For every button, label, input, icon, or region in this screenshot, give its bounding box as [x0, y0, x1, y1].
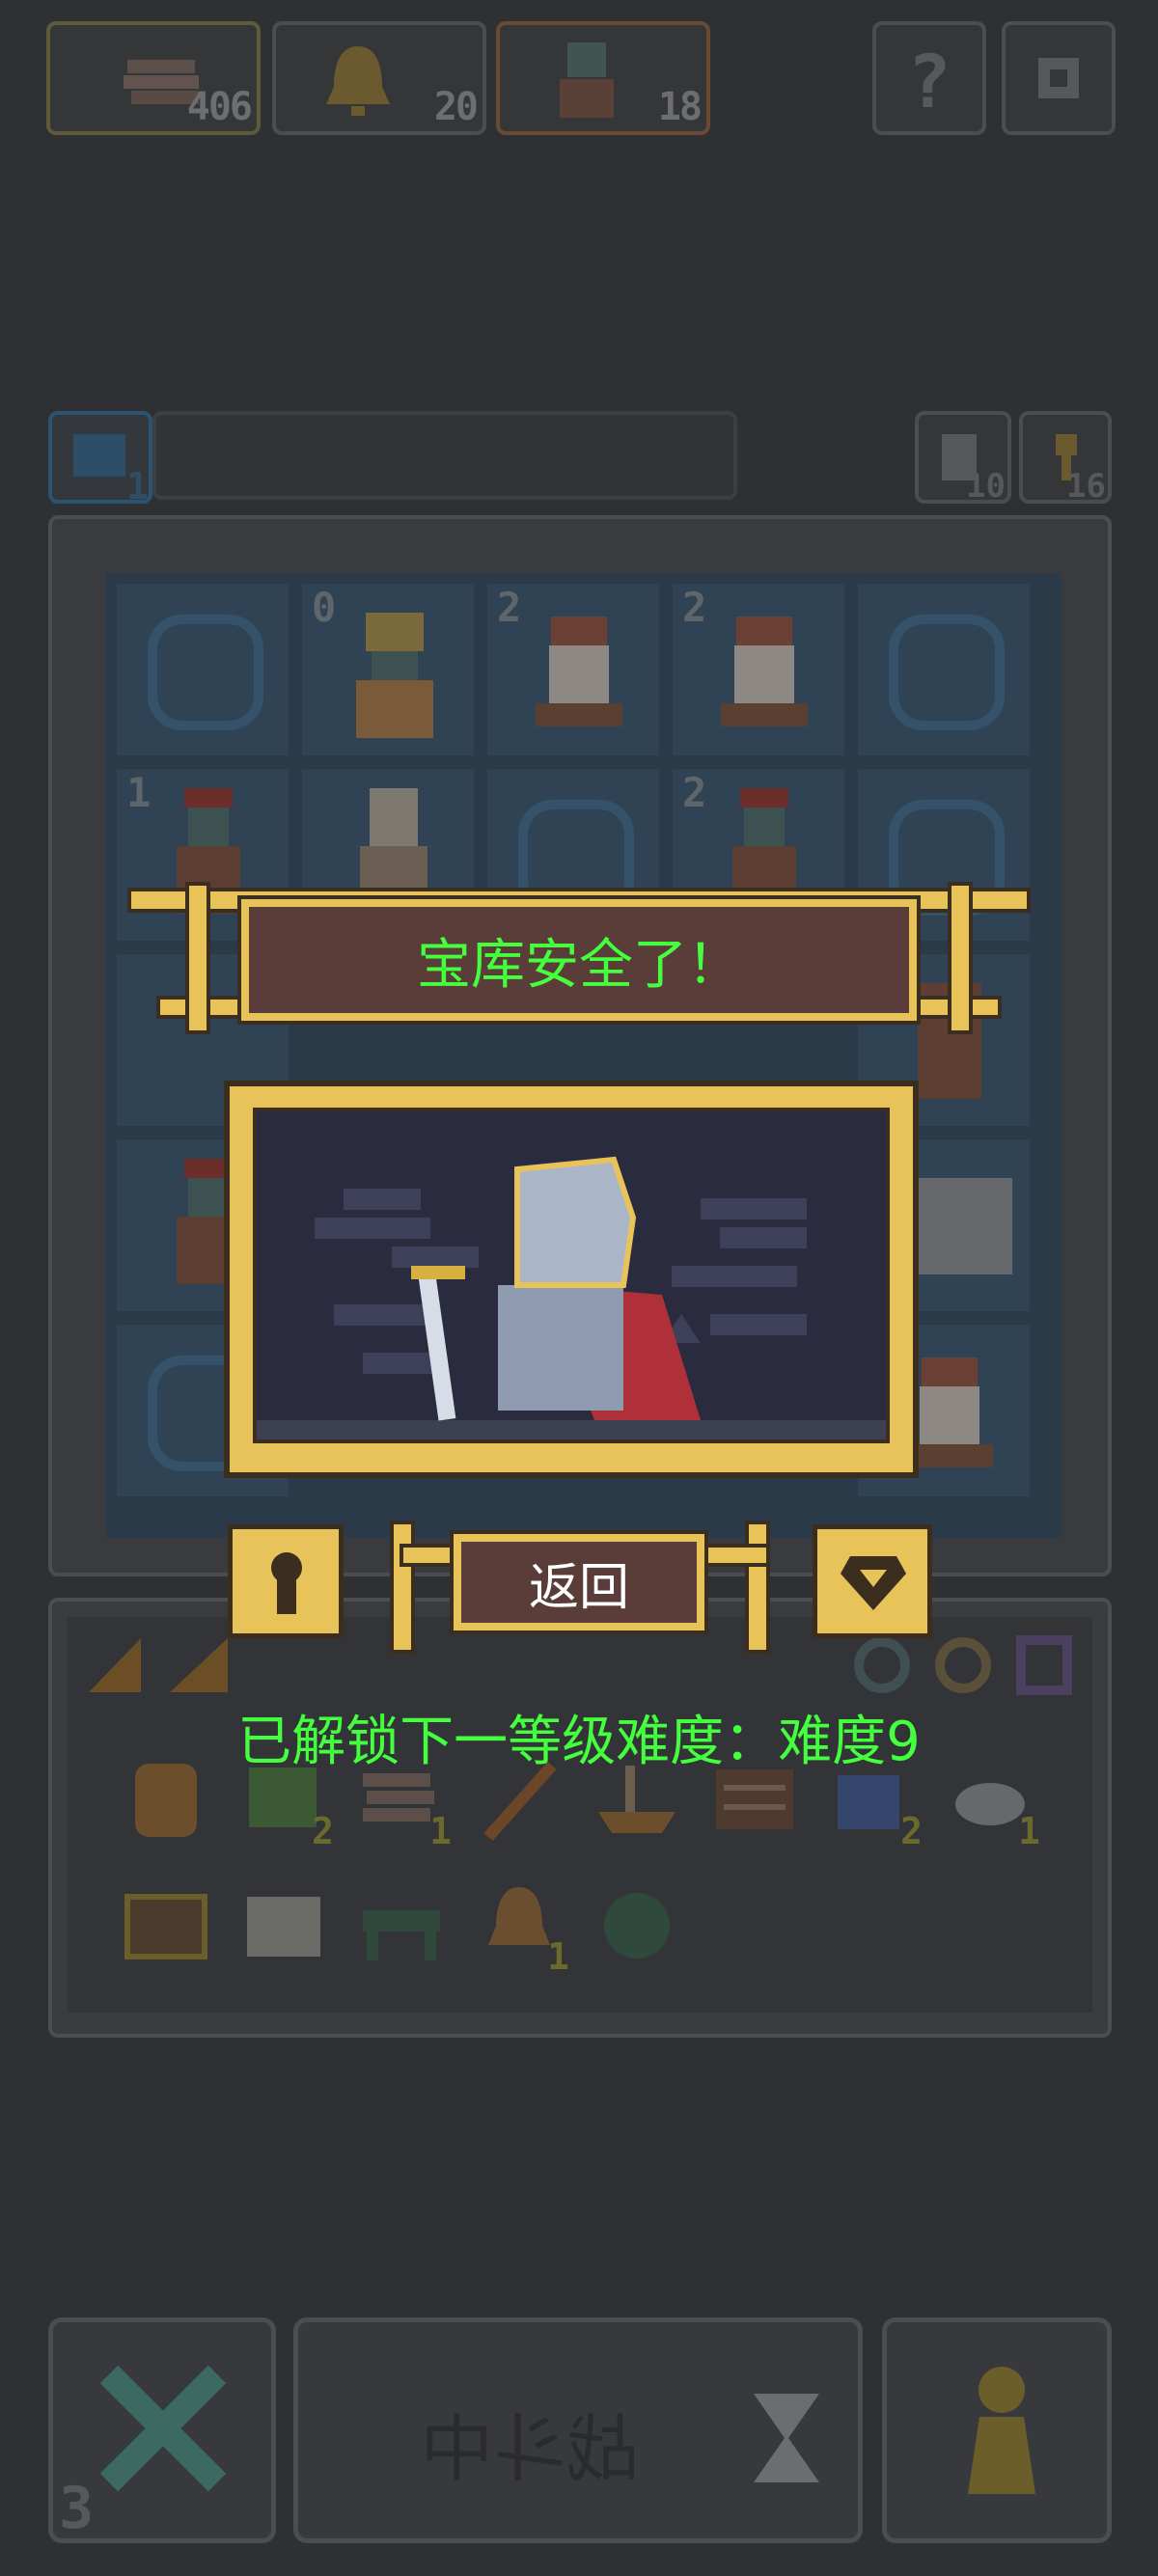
- resource-count: 406: [186, 85, 253, 129]
- unit-level: 2: [682, 584, 707, 631]
- door-counter[interactable]: 10: [915, 411, 1011, 506]
- deploy-button[interactable]: [882, 2317, 1112, 2543]
- gear-icon: [1038, 58, 1079, 98]
- result-banner: 宝库安全了！: [127, 882, 1031, 1034]
- board-cell[interactable]: [855, 581, 1033, 758]
- keyhole-button[interactable]: [228, 1524, 344, 1638]
- scroll-icon: [247, 1897, 320, 1957]
- bench-icon: [363, 1910, 440, 1960]
- back-post-left: [390, 1521, 415, 1654]
- resource-bell[interactable]: 20: [272, 21, 486, 135]
- resource-hero[interactable]: 18: [496, 21, 710, 135]
- board-cell[interactable]: 2: [670, 581, 847, 758]
- empty-slot-icon: [889, 615, 1005, 730]
- pawn-icon: [968, 2367, 1035, 2494]
- key-counter[interactable]: 16: [1019, 411, 1112, 506]
- keyhole-icon: [271, 1552, 302, 1614]
- help-button[interactable]: ?: [872, 21, 986, 135]
- inventory-item[interactable]: [357, 1881, 446, 1970]
- knight-illustration: [257, 1111, 886, 1439]
- unlock-message: 已解锁下一等级难度：难度9: [237, 1711, 921, 1773]
- golden-warrior-icon: [356, 613, 433, 738]
- unit-level: 2: [682, 769, 707, 816]
- cancel-count: 3: [59, 2475, 95, 2542]
- unit-level: 0: [312, 584, 337, 631]
- boot-icon: [73, 434, 125, 477]
- tab-left-icons: [89, 1638, 228, 1692]
- green-orb-icon: [604, 1893, 670, 1959]
- back-label: 返回: [528, 1558, 629, 1617]
- result-title: 宝库安全了！: [417, 933, 741, 997]
- resource-count: 20: [433, 85, 479, 129]
- bearded-dwarf-icon: [536, 617, 622, 726]
- board-cell[interactable]: 0: [299, 581, 477, 758]
- gem-button[interactable]: [813, 1524, 932, 1638]
- inventory-item[interactable]: [239, 1881, 328, 1970]
- goblin-hero-icon: [560, 42, 614, 118]
- battle-button[interactable]: 战斗中: [293, 2317, 863, 2543]
- treasure-box-icon: [124, 1894, 207, 1959]
- board-cell[interactable]: [114, 581, 291, 758]
- back-button[interactable]: 返回: [454, 1534, 704, 1631]
- banner-plate: 宝库安全了！: [241, 899, 917, 1021]
- hourglass-icon: [754, 2394, 819, 2482]
- banner-post-left: [185, 882, 210, 1034]
- gem-icon: [841, 1556, 906, 1610]
- inventory-item[interactable]: [122, 1881, 210, 1970]
- back-post-right: [745, 1521, 770, 1654]
- battle-label: 战斗中: [420, 2406, 640, 2492]
- unit-level: 1: [126, 769, 152, 816]
- resource-wood[interactable]: 406: [46, 21, 261, 135]
- badge-count: 1: [126, 465, 149, 507]
- key-count: 16: [1066, 467, 1106, 506]
- board-cell[interactable]: 2: [484, 581, 662, 758]
- empty-slot-icon: [148, 615, 263, 730]
- bell-icon: [326, 46, 390, 116]
- bearded-dwarf-icon: [721, 617, 808, 726]
- question-mark-icon: ?: [907, 39, 951, 124]
- board-progress-bar: [152, 411, 737, 500]
- tab-right-icons: [854, 1635, 1072, 1695]
- inventory-item[interactable]: [593, 1881, 681, 1970]
- settings-button[interactable]: [1002, 21, 1116, 135]
- resource-count: 18: [657, 85, 703, 129]
- door-count: 10: [966, 467, 1006, 506]
- result-scene-frame: [224, 1081, 919, 1478]
- inventory-item[interactable]: 1: [475, 1881, 569, 1978]
- cancel-button[interactable]: 3: [48, 2317, 276, 2543]
- banner-post-right: [948, 882, 973, 1034]
- board-badge[interactable]: 1: [48, 411, 152, 507]
- unit-level: 2: [497, 584, 522, 631]
- result-scene: [253, 1108, 890, 1443]
- cross-icon: [99, 2365, 227, 2492]
- inventory-grid: 2 1 2 1 1: [122, 1756, 1087, 2026]
